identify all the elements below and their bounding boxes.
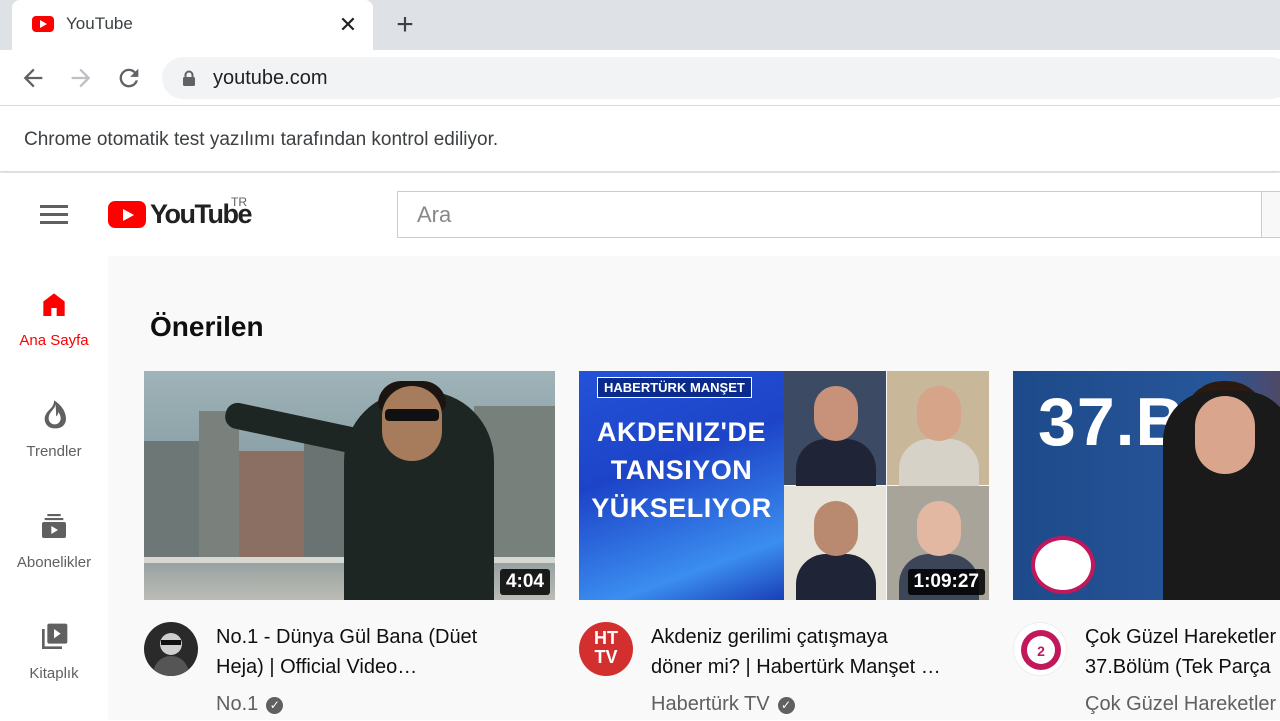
video-thumbnail[interactable]: 37.BÖ bbox=[1013, 371, 1280, 600]
main-content: Önerilen 4:04 No.1 - Dünya Gül Bana (Düe… bbox=[108, 256, 1280, 720]
region-code: TR bbox=[231, 195, 247, 209]
channel-avatar[interactable]: HT TV bbox=[579, 622, 633, 676]
flame-icon bbox=[44, 400, 66, 429]
browser-tab[interactable]: YouTube ✕ bbox=[12, 0, 373, 50]
section-title: Önerilen bbox=[150, 311, 264, 342]
tab-title: YouTube bbox=[66, 14, 133, 33]
svg-text:2: 2 bbox=[1037, 643, 1045, 659]
automation-infobar: Chrome otomatik test yazılımı tarafından… bbox=[0, 106, 1280, 172]
video-card[interactable]: HABERTÜRK MANŞET AKDENIZ'DE TANSIYON YÜK… bbox=[579, 371, 990, 715]
close-tab-icon[interactable]: ✕ bbox=[338, 13, 358, 37]
lock-icon bbox=[183, 70, 195, 86]
video-duration: 4:04 bbox=[499, 569, 550, 595]
channel-name[interactable]: Habertürk TV ✓ bbox=[651, 693, 795, 716]
guide-label: Ana Sayfa bbox=[19, 332, 89, 349]
verified-check-icon: ✓ bbox=[777, 697, 795, 714]
guide-label: Kitaplık bbox=[29, 665, 79, 682]
url-text[interactable]: youtube.com bbox=[213, 67, 328, 90]
library-icon bbox=[42, 623, 68, 649]
show-logo bbox=[1031, 536, 1095, 594]
channel-name[interactable]: Çok Güzel Hareketler bbox=[1085, 693, 1276, 716]
new-tab-button[interactable]: + bbox=[393, 10, 417, 40]
guide-item-trending[interactable]: Trendler bbox=[0, 399, 108, 499]
youtube-favicon-icon bbox=[32, 16, 54, 32]
channel-avatar[interactable]: 2 bbox=[1013, 622, 1067, 676]
guide-item-home[interactable]: Ana Sayfa bbox=[0, 288, 108, 388]
youtube-play-icon bbox=[108, 201, 146, 228]
reload-icon[interactable] bbox=[115, 64, 143, 92]
channel-avatar[interactable] bbox=[144, 622, 198, 676]
mini-guide: Ana Sayfa Trendler Abonelikler Kitaplık bbox=[0, 256, 108, 720]
home-icon bbox=[43, 293, 65, 316]
video-duration: 1:09:27 bbox=[907, 569, 985, 595]
infobar-message: Chrome otomatik test yazılımı tarafından… bbox=[24, 129, 499, 150]
forward-arrow-icon[interactable] bbox=[67, 64, 95, 92]
browser-toolbar: youtube.com bbox=[0, 50, 1280, 106]
search-button[interactable] bbox=[1261, 191, 1280, 238]
search-box[interactable] bbox=[397, 191, 1263, 238]
search-input[interactable] bbox=[398, 192, 1263, 237]
video-card[interactable]: 4:04 No.1 - Dünya Gül Bana (Düet Heja) |… bbox=[144, 371, 555, 715]
video-thumbnail[interactable]: HABERTÜRK MANŞET AKDENIZ'DE TANSIYON YÜK… bbox=[579, 371, 990, 600]
tab-strip: YouTube ✕ + bbox=[0, 0, 1280, 50]
address-bar[interactable]: youtube.com bbox=[162, 57, 1280, 99]
guide-label: Trendler bbox=[26, 443, 82, 460]
guide-item-library[interactable]: Kitaplık bbox=[0, 621, 108, 721]
thumbnail-headline: AKDENIZ'DE TANSIYON YÜKSELIYOR bbox=[591, 417, 772, 523]
thumbnail-badge: HABERTÜRK MANŞET bbox=[597, 377, 752, 398]
guide-label: Abonelikler bbox=[16, 554, 92, 571]
menu-icon[interactable] bbox=[40, 205, 68, 225]
video-card[interactable]: 37.BÖ 2 Çok Güzel Hareketler 37.Bölüm (T… bbox=[1013, 371, 1280, 715]
verified-check-icon: ✓ bbox=[266, 697, 284, 714]
video-title[interactable]: Akdeniz gerilimi çatışmaya döner mi? | H… bbox=[651, 622, 991, 682]
subscriptions-icon bbox=[42, 514, 66, 538]
video-title[interactable]: Çok Güzel Hareketler 37.Bölüm (Tek Parça bbox=[1085, 622, 1280, 682]
channel-name[interactable]: No.1 ✓ bbox=[216, 693, 284, 716]
youtube-header: YouTube TR bbox=[0, 173, 1280, 256]
video-thumbnail[interactable]: 4:04 bbox=[144, 371, 555, 600]
video-title[interactable]: No.1 - Dünya Gül Bana (Düet Heja) | Offi… bbox=[216, 622, 556, 682]
back-arrow-icon[interactable] bbox=[19, 64, 47, 92]
guide-item-subscriptions[interactable]: Abonelikler bbox=[0, 510, 108, 610]
